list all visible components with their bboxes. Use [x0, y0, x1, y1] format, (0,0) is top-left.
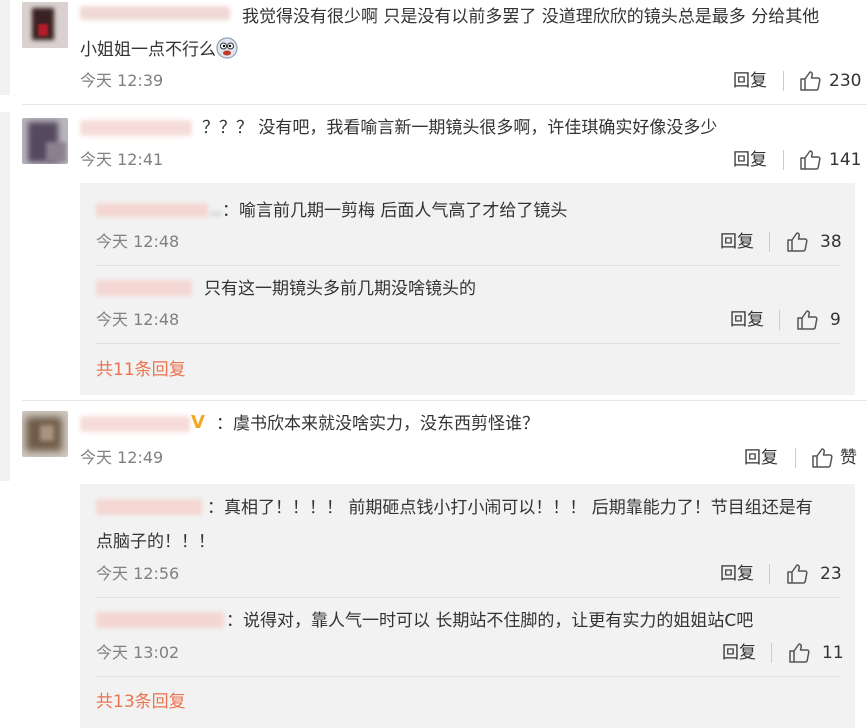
left-gutter: [0, 0, 10, 95]
username-blurred[interactable]: [80, 120, 192, 136]
avatar[interactable]: [22, 118, 68, 164]
reply-button[interactable]: 回复: [722, 642, 756, 664]
reply-button[interactable]: 回复: [733, 70, 767, 92]
left-gutter: [0, 405, 10, 481]
reply-text: ：说得对，靠人气一时可以 长期站不住脚的，让更有实力的姐姐站C吧: [226, 611, 754, 631]
username-blurred[interactable]: [96, 280, 192, 296]
comment-text: 小姐姐一点不行么: [80, 35, 238, 65]
reply-button[interactable]: 回复: [720, 563, 754, 585]
reply-time: 今天 13:02: [96, 643, 180, 662]
comment-text: ？？？ 没有吧，我看喻言新一期镜头很多啊，许佳琪确实好像没多少: [202, 118, 718, 138]
divider: [22, 400, 867, 401]
like-count: 141: [829, 150, 862, 170]
thumbs-up-icon[interactable]: [799, 70, 821, 96]
avatar[interactable]: [22, 2, 68, 48]
comment-time: 今天 12:39: [80, 71, 164, 90]
reply-time: 今天 12:48: [96, 232, 180, 251]
reply-button[interactable]: 回复: [720, 231, 754, 253]
divider: [771, 643, 772, 663]
divider: [795, 448, 796, 468]
reply-time: 今天 12:56: [96, 564, 180, 583]
reply-button[interactable]: 回复: [730, 309, 764, 331]
comment-text: ：虞书欣本来就没啥实力，没东西剪怪谁？: [216, 414, 539, 434]
username-blurred[interactable]: [80, 416, 190, 432]
reply-time: 今天 12:48: [96, 310, 180, 329]
view-more-replies-link[interactable]: 共11条回复: [96, 359, 186, 381]
divider: [96, 265, 841, 266]
reply-text: ：真相了！！！！ 前期砸点钱小打小闹可以！！！ 后期靠能力了！节目组还是有: [207, 498, 813, 518]
reply-button[interactable]: 回复: [733, 149, 767, 171]
like-count: 9: [830, 310, 841, 330]
reply-text: ：喻言前几期一剪梅 后面人气高了才给了镜头: [222, 201, 568, 221]
thumbs-up-icon[interactable]: [799, 149, 821, 175]
username-blurred[interactable]: [210, 212, 222, 216]
divider: [96, 597, 841, 598]
thumbs-up-icon[interactable]: [786, 563, 808, 589]
crazy-face-emoji-icon: [216, 37, 238, 59]
username-blurred[interactable]: [80, 6, 230, 20]
thumbs-up-icon[interactable]: [788, 642, 810, 668]
like-count: 38: [820, 232, 842, 252]
comment-text: 我觉得没有很少啊 只是没有以前多罢了 没道理欣欣的镜头总是最多 分给其他: [242, 7, 820, 27]
like-count: 11: [822, 643, 844, 663]
divider: [22, 104, 867, 105]
thumbs-up-icon[interactable]: [811, 447, 833, 473]
reply-text: 点脑子的！！！: [96, 532, 215, 552]
like-count: 230: [829, 71, 862, 91]
divider: [769, 232, 770, 252]
left-gutter: [0, 112, 10, 412]
avatar[interactable]: [22, 411, 68, 457]
divider: [783, 150, 784, 170]
divider: [779, 310, 780, 330]
like-count: 23: [820, 564, 842, 584]
divider: [96, 343, 841, 344]
divider: [769, 564, 770, 584]
comment-time: 今天 12:41: [80, 150, 164, 169]
username-blurred[interactable]: [96, 612, 224, 628]
comment-time: 今天 12:49: [80, 448, 164, 467]
reply-text: 只有这一期镜头多前几期没啥镜头的: [204, 279, 476, 299]
thumbs-up-icon[interactable]: [786, 231, 808, 257]
divider: [783, 71, 784, 91]
reply-button[interactable]: 回复: [744, 447, 778, 469]
username-blurred[interactable]: [96, 499, 202, 515]
divider: [96, 676, 841, 677]
verified-badge-icon: V: [191, 412, 205, 433]
view-more-replies-link[interactable]: 共13条回复: [96, 691, 186, 713]
like-label[interactable]: 赞: [840, 447, 857, 469]
thumbs-up-icon[interactable]: [796, 309, 818, 335]
username-blurred[interactable]: [96, 203, 208, 217]
